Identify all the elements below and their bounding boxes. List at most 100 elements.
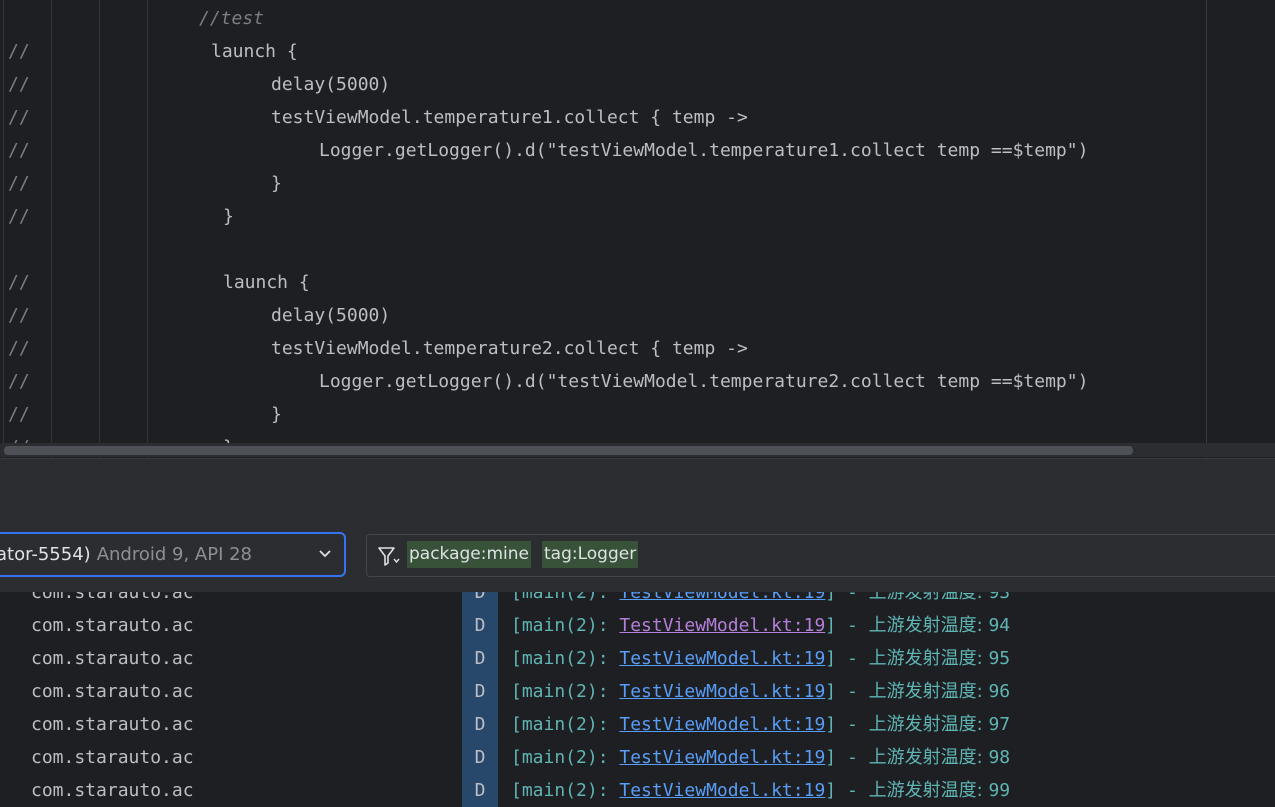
log-text: 上游发射温度: bbox=[868, 747, 989, 768]
log-thread: [main(2): bbox=[511, 714, 620, 735]
code-text: delay(5000) bbox=[271, 74, 391, 95]
log-row[interactable]: com.starauto.ac D [main(2): TestViewModel.… bbox=[0, 675, 1275, 708]
log-separator: ] - bbox=[825, 648, 869, 669]
comment-marker: // bbox=[8, 74, 30, 95]
log-row[interactable]: com.starauto.ac D [main(2): TestViewModel.… bbox=[0, 774, 1275, 807]
code-line: // launch { bbox=[0, 266, 1200, 299]
log-text: 上游发射温度: bbox=[868, 780, 989, 801]
logcat-output[interactable]: com.starauto.ac D [main(2): TestViewModel.… bbox=[0, 592, 1275, 807]
source-link[interactable]: TestViewModel.kt:19 bbox=[619, 681, 825, 702]
log-thread: [main(2): bbox=[511, 648, 620, 669]
log-package: com.starauto.ac bbox=[31, 780, 194, 801]
code-line: // Logger.getLogger().d("testViewModel.te… bbox=[0, 134, 1200, 167]
source-link[interactable]: TestViewModel.kt:19 bbox=[619, 714, 825, 735]
code-line: // Logger.getLogger().d("testViewModel.te… bbox=[0, 365, 1200, 398]
log-text: 上游发射温度: bbox=[868, 648, 989, 669]
log-message: [main(2): TestViewModel.kt:19] - 上游发射温度:… bbox=[511, 642, 1010, 675]
log-text: 上游发射温度: bbox=[868, 714, 989, 735]
log-separator: ] - bbox=[825, 592, 869, 603]
code-text: Logger.getLogger().d("testViewModel.temp… bbox=[319, 371, 1089, 392]
code-text: testViewModel.temperature1.collect { tem… bbox=[271, 107, 748, 128]
comment-marker: // bbox=[8, 41, 30, 62]
filter-chip-package[interactable]: package:mine bbox=[407, 541, 532, 568]
filter-icon[interactable] bbox=[377, 544, 401, 568]
log-package: com.starauto.ac bbox=[31, 648, 194, 669]
source-link[interactable]: TestViewModel.kt:19 bbox=[619, 615, 825, 636]
log-message: [main(2): TestViewModel.kt:19] - 上游发射温度:… bbox=[511, 708, 1010, 741]
logcat-filter-bar: ator-5554) Android 9, API 28 package:mine… bbox=[0, 520, 1275, 593]
log-message: [main(2): TestViewModel.kt:19] - 上游发射温度:… bbox=[511, 675, 1010, 708]
log-value: 97 bbox=[988, 714, 1011, 735]
comment-marker: // bbox=[8, 404, 30, 425]
log-level-badge: D bbox=[462, 642, 498, 675]
log-value: 94 bbox=[988, 615, 1011, 636]
log-separator: ] - bbox=[825, 714, 869, 735]
comment-marker: // bbox=[8, 371, 30, 392]
horizontal-scrollbar[interactable] bbox=[0, 443, 1275, 457]
log-row[interactable]: com.starauto.ac D [main(2): TestViewModel.… bbox=[0, 708, 1275, 741]
scrollbar-thumb[interactable] bbox=[4, 446, 1133, 455]
log-value: 96 bbox=[988, 681, 1011, 702]
log-thread: [main(2): bbox=[511, 592, 620, 603]
source-link[interactable]: TestViewModel.kt:19 bbox=[619, 747, 825, 768]
log-separator: ] - bbox=[825, 615, 869, 636]
log-level-badge: D bbox=[462, 708, 498, 741]
code-line: //} bbox=[0, 167, 1200, 200]
log-row[interactable]: com.starauto.ac D [main(2): TestViewModel.… bbox=[0, 642, 1275, 675]
code-line: // delay(5000) bbox=[0, 299, 1200, 332]
code-text: delay(5000) bbox=[271, 305, 391, 326]
code-line: // testViewModel.temperature1.collect { t… bbox=[0, 101, 1200, 134]
code-text: Logger.getLogger().d("testViewModel.temp… bbox=[319, 140, 1089, 161]
source-link[interactable]: TestViewModel.kt:19 bbox=[619, 592, 825, 603]
log-separator: ] - bbox=[825, 747, 869, 768]
log-level-badge: D bbox=[462, 774, 498, 807]
log-row[interactable]: com.starauto.ac D [main(2): TestViewModel.… bbox=[0, 741, 1275, 774]
code-line: // testViewModel.temperature2.collect { t… bbox=[0, 332, 1200, 365]
code-text: launch { bbox=[223, 272, 310, 293]
code-text: } bbox=[223, 206, 234, 227]
log-value: 98 bbox=[988, 747, 1011, 768]
code-line: //} bbox=[0, 200, 1200, 233]
device-api: Android 9, API 28 bbox=[96, 544, 252, 565]
log-package: com.starauto.ac bbox=[31, 592, 194, 603]
log-package: com.starauto.ac bbox=[31, 615, 194, 636]
chevron-down-icon bbox=[318, 534, 332, 575]
log-message: [main(2): TestViewModel.kt:19] - 上游发射温度:… bbox=[511, 774, 1010, 807]
log-package: com.starauto.ac bbox=[31, 714, 194, 735]
source-link[interactable]: TestViewModel.kt:19 bbox=[619, 648, 825, 669]
log-level-badge: D bbox=[462, 609, 498, 642]
filter-chip-tag[interactable]: tag:Logger bbox=[542, 541, 639, 568]
log-separator: ] - bbox=[825, 681, 869, 702]
log-thread: [main(2): bbox=[511, 747, 620, 768]
device-name: ator-5554) bbox=[0, 544, 91, 565]
code-text: testViewModel.temperature2.collect { tem… bbox=[271, 338, 748, 359]
code-line: //} bbox=[0, 398, 1200, 431]
log-level-badge: D bbox=[462, 675, 498, 708]
comment-marker: // bbox=[8, 140, 30, 161]
code-text: //test bbox=[199, 8, 265, 29]
code-line: // launch { bbox=[0, 35, 1200, 68]
log-row[interactable]: com.starauto.ac D [main(2): TestViewModel.… bbox=[0, 592, 1275, 609]
code-line: // delay(5000) bbox=[0, 68, 1200, 101]
logcat-filter-input[interactable]: package:mine tag:Logger bbox=[366, 534, 1275, 577]
tool-window-header bbox=[0, 458, 1275, 521]
code-editor[interactable]: //test // launch {// delay(5000) // testViewM… bbox=[0, 0, 1275, 458]
comment-marker: // bbox=[8, 272, 30, 293]
log-value: 95 bbox=[988, 648, 1011, 669]
comment-marker: // bbox=[8, 338, 30, 359]
log-thread: [main(2): bbox=[511, 681, 620, 702]
log-package: com.starauto.ac bbox=[31, 747, 194, 768]
log-text: 上游发射温度: bbox=[868, 592, 989, 603]
log-package: com.starauto.ac bbox=[31, 681, 194, 702]
log-separator: ] - bbox=[825, 780, 869, 801]
log-row[interactable]: com.starauto.ac D [main(2): TestViewModel.… bbox=[0, 609, 1275, 642]
log-thread: [main(2): bbox=[511, 615, 620, 636]
log-message: [main(2): TestViewModel.kt:19] - 上游发射温度:… bbox=[511, 609, 1010, 642]
device-selector[interactable]: ator-5554) Android 9, API 28 bbox=[0, 532, 346, 577]
source-link[interactable]: TestViewModel.kt:19 bbox=[619, 780, 825, 801]
code-line: //test bbox=[0, 2, 1200, 35]
comment-marker: // bbox=[8, 305, 30, 326]
log-level-badge: D bbox=[462, 592, 498, 609]
log-text: 上游发射温度: bbox=[868, 681, 989, 702]
